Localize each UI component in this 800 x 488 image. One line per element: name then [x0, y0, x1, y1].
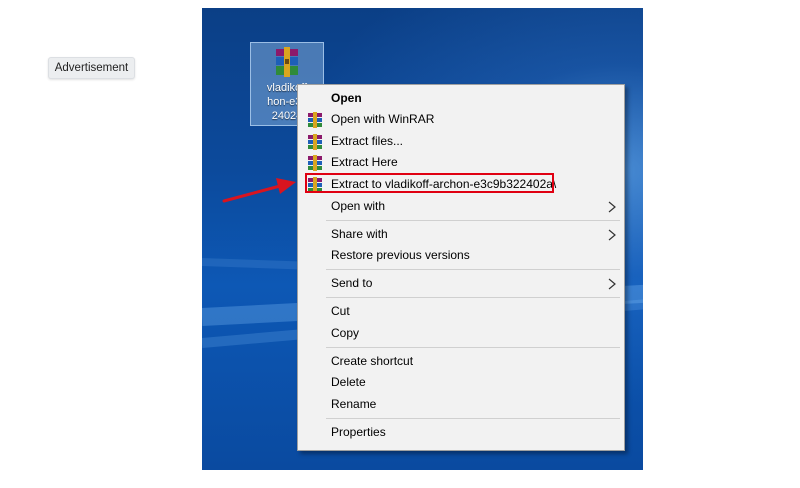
advertisement-badge: Advertisement	[48, 57, 135, 79]
menu-item-label: Copy	[331, 326, 360, 340]
menu-item-copy[interactable]: Copy	[298, 323, 624, 345]
menu-item-label: Extract Here	[331, 155, 398, 169]
menu-item-label: Properties	[331, 425, 386, 439]
menu-separator	[326, 418, 620, 419]
winrar-icon	[308, 155, 322, 171]
menu-item-label: Open with	[331, 199, 386, 213]
menu-item-label: Create shortcut	[331, 354, 414, 368]
menu-item-label: Rename	[331, 397, 377, 411]
menu-item-share-with[interactable]: Share with	[298, 224, 624, 246]
menu-separator	[326, 269, 620, 270]
menu-item-properties[interactable]: Properties	[298, 422, 624, 444]
chevron-right-icon	[608, 229, 616, 241]
menu-item-label: Open	[331, 91, 362, 105]
menu-item-delete[interactable]: Delete	[298, 372, 624, 394]
menu-item-label: Send to	[331, 276, 373, 290]
menu-item-label: Cut	[331, 304, 350, 318]
chevron-right-icon	[608, 201, 616, 213]
menu-separator	[326, 220, 620, 221]
menu-item-label: Open with WinRAR	[331, 112, 435, 126]
menu-item-extract-here[interactable]: Extract Here	[298, 152, 624, 174]
chevron-right-icon	[608, 278, 616, 290]
menu-item-cut[interactable]: Cut	[298, 301, 624, 323]
menu-item-label: Share with	[331, 227, 388, 241]
menu-item-open[interactable]: Open	[298, 88, 624, 110]
winrar-archive-icon	[276, 47, 298, 77]
menu-separator	[326, 347, 620, 348]
menu-item-extract-files[interactable]: Extract files...	[298, 131, 624, 153]
menu-item-open-with[interactable]: Open with	[298, 196, 624, 218]
menu-item-label: Restore previous versions	[331, 248, 470, 262]
menu-separator	[326, 297, 620, 298]
menu-item-label: Delete	[331, 375, 366, 389]
menu-item-rename[interactable]: Rename	[298, 394, 624, 416]
context-menu: Open Open with WinRAR Extract files... E…	[297, 84, 625, 451]
menu-item-send-to[interactable]: Send to	[298, 273, 624, 295]
menu-item-label: Extract files...	[331, 134, 404, 148]
menu-item-restore-previous-versions[interactable]: Restore previous versions	[298, 245, 624, 267]
winrar-icon	[308, 112, 322, 128]
red-arrow-indicator	[222, 178, 296, 203]
highlight-box	[305, 173, 554, 193]
menu-item-open-with-winrar[interactable]: Open with WinRAR	[298, 109, 624, 131]
winrar-icon	[308, 134, 322, 150]
menu-item-create-shortcut[interactable]: Create shortcut	[298, 351, 624, 373]
